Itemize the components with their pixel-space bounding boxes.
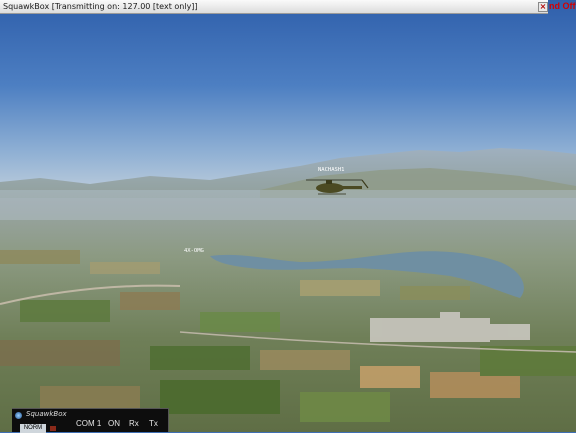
squawkbox-title-bar[interactable]: SquawkBox [Transmitting on: 127.00 [text… <box>0 0 548 14</box>
window-title: SquawkBox [Transmitting on: 127.00 [text… <box>3 2 198 11</box>
close-icon[interactable]: × <box>538 2 548 12</box>
rx-indicator: Rx <box>129 419 139 428</box>
flight-sim-view <box>0 0 576 432</box>
on-indicator: ON <box>108 419 120 428</box>
radio-panel: SquawkBox NORM COM 1 ON Rx Tx <box>12 408 169 433</box>
status-text: nd Off <box>549 1 576 11</box>
status-led-icon <box>50 426 56 431</box>
tx-indicator: Tx <box>149 419 158 428</box>
radio-panel-title: SquawkBox <box>26 410 67 418</box>
helicopter-callsign-label: NACHASH1 <box>318 167 345 173</box>
squawkbox-logo-icon <box>15 412 22 419</box>
com-selector[interactable]: COM 1 <box>76 419 101 428</box>
ground-aircraft-callsign-label: 4X-OMG <box>184 248 204 254</box>
